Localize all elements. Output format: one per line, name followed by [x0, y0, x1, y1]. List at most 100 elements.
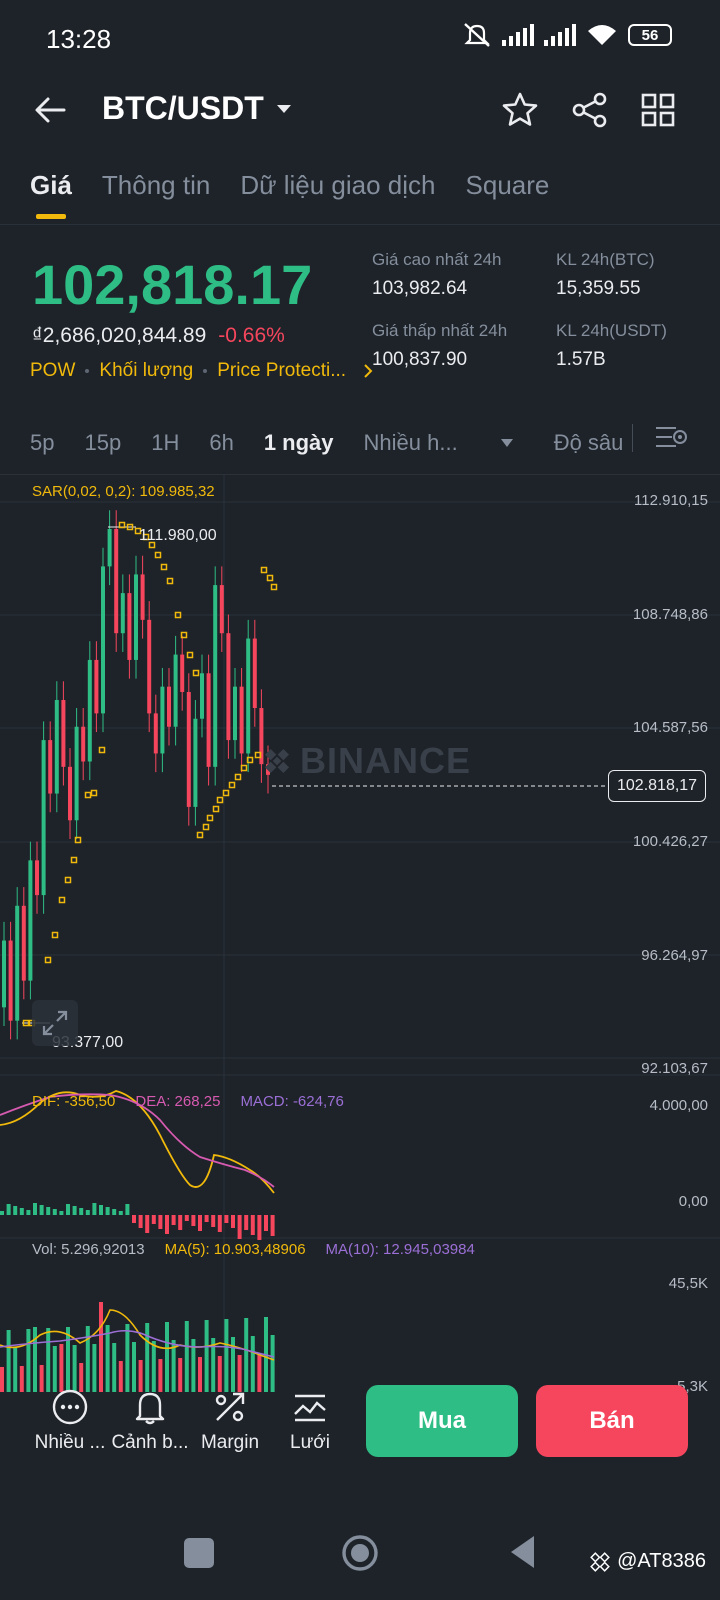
divider [632, 424, 633, 452]
volume-label: Vol: 5.296,92013 [32, 1241, 145, 1258]
tag-row[interactable]: POW Khối lượng Price Protecti... [30, 360, 374, 382]
volume-bar [184, 1321, 189, 1392]
volume-bar [33, 1327, 37, 1392]
low-24h-label: Giá thấp nhất 24h [372, 321, 508, 340]
macd-histogram-bar [105, 1207, 110, 1215]
pair-selector[interactable]: BTC/USDT [102, 90, 292, 127]
nav-more[interactable]: Nhiều ... [30, 1388, 110, 1454]
sar-dot [254, 751, 262, 759]
volume-bar [59, 1344, 64, 1392]
watermark: BINANCE [262, 740, 471, 782]
volume-bar [270, 1335, 275, 1392]
volume-bar [204, 1320, 209, 1392]
candle-body [147, 619, 152, 714]
y-axis-tick: 104.587,56 [632, 719, 708, 736]
interval-more[interactable]: Nhiều h... [364, 430, 514, 456]
candle-body [81, 726, 86, 762]
sar-dot [160, 563, 168, 571]
macd-histogram-bar [33, 1203, 37, 1215]
apps-grid-icon[interactable] [638, 90, 678, 130]
volume-bar [257, 1354, 262, 1392]
sell-button[interactable]: Bán [536, 1385, 688, 1457]
tag-volume[interactable]: Khối lượng [99, 360, 193, 382]
pair-title: BTC/USDT [102, 90, 264, 126]
fullscreen-button[interactable] [32, 1000, 78, 1046]
tag-pow[interactable]: POW [30, 360, 75, 382]
macd-histogram-bar [231, 1215, 235, 1228]
candle-body [153, 713, 158, 754]
sar-dot [74, 836, 82, 844]
macd-histogram-bar [72, 1206, 77, 1215]
user-watermark: @AT8386 [589, 1550, 706, 1573]
sar-dot [240, 764, 248, 772]
interval-5m[interactable]: 5p [30, 430, 54, 456]
volume-bar [112, 1343, 117, 1392]
sar-dot [98, 746, 106, 754]
volume-bar [198, 1357, 202, 1392]
nav-grid[interactable]: Lưới [270, 1388, 350, 1454]
candle-body [233, 686, 237, 741]
tab-trading-data[interactable]: Dữ liệu giao dịch [240, 170, 435, 201]
candle-body [246, 638, 251, 754]
macd-histogram-bar [198, 1215, 202, 1231]
sar-dot [70, 856, 78, 864]
macd-histogram-bar [158, 1215, 163, 1229]
macd-legend: DIF: -356,50 DEA: 268,25 MACD: -624,76 [32, 1093, 344, 1110]
macd-histogram-bar [6, 1204, 11, 1215]
macd-histogram-bar [270, 1215, 275, 1236]
depth-tab[interactable]: Độ sâu [554, 430, 624, 456]
nav-margin[interactable]: Margin [190, 1388, 270, 1454]
tab-info[interactable]: Thông tin [102, 170, 210, 201]
interval-1h[interactable]: 1H [151, 430, 179, 456]
candle-body [41, 740, 46, 896]
status-icons: 56 [462, 22, 672, 48]
chart-settings-icon[interactable] [654, 424, 688, 450]
macd-histogram-bar [0, 1211, 4, 1215]
candle-body [226, 633, 231, 741]
mute-icon [464, 23, 490, 47]
caret-down-icon [500, 439, 513, 447]
candle-body [107, 528, 112, 567]
nav-alert[interactable]: Cảnh b... [110, 1388, 190, 1454]
home-icon[interactable] [340, 1533, 380, 1573]
interval-6h[interactable]: 6h [209, 430, 233, 456]
macd-dea-label: DEA: 268,25 [135, 1093, 221, 1110]
interval-15m[interactable]: 15p [84, 430, 121, 456]
recents-icon[interactable] [184, 1538, 214, 1568]
candle-body [213, 585, 218, 767]
volume-bar [145, 1323, 150, 1392]
tag-price-protection[interactable]: Price Protecti... [217, 360, 346, 382]
sar-dot [166, 577, 174, 585]
back-nav-icon[interactable] [508, 1534, 538, 1570]
interval-1d[interactable]: 1 ngày [264, 430, 334, 456]
candle-body [193, 718, 198, 807]
sar-dot [270, 583, 278, 591]
back-arrow-icon[interactable] [30, 90, 70, 130]
last-price: 102,818.17 [32, 253, 313, 316]
macd-histogram-bar [257, 1215, 262, 1240]
tag-separator [203, 369, 208, 373]
candle-body [239, 686, 244, 754]
sub-price-row: ₫2,686,020,844.89 -0.66% [32, 324, 285, 348]
candle-body [87, 659, 92, 762]
battery-icon: 56 [628, 24, 672, 46]
nav-margin-label: Margin [200, 1432, 260, 1453]
volume-legend: Vol: 5.296,92013 MA(5): 10.903,48906 MA(… [32, 1241, 475, 1258]
candle-body [160, 686, 165, 754]
y-axis-tick: 108.748,86 [632, 606, 708, 623]
candle-body [21, 905, 26, 981]
macd-histogram-bar [224, 1215, 229, 1223]
tab-price[interactable]: Giá [30, 170, 72, 201]
macd-axis-tick: 0,00 [678, 1193, 708, 1210]
candle-body [28, 860, 33, 981]
share-icon[interactable] [570, 90, 610, 130]
star-icon[interactable] [500, 90, 540, 130]
tab-square[interactable]: Square [466, 170, 550, 201]
macd-histogram-bar [191, 1215, 196, 1226]
macd-histogram-bar [85, 1210, 90, 1215]
buy-button[interactable]: Mua [366, 1385, 518, 1457]
candle-body [74, 726, 79, 821]
expand-icon [42, 1010, 68, 1036]
macd-histogram-bar [171, 1215, 176, 1225]
sar-dot [260, 566, 268, 574]
